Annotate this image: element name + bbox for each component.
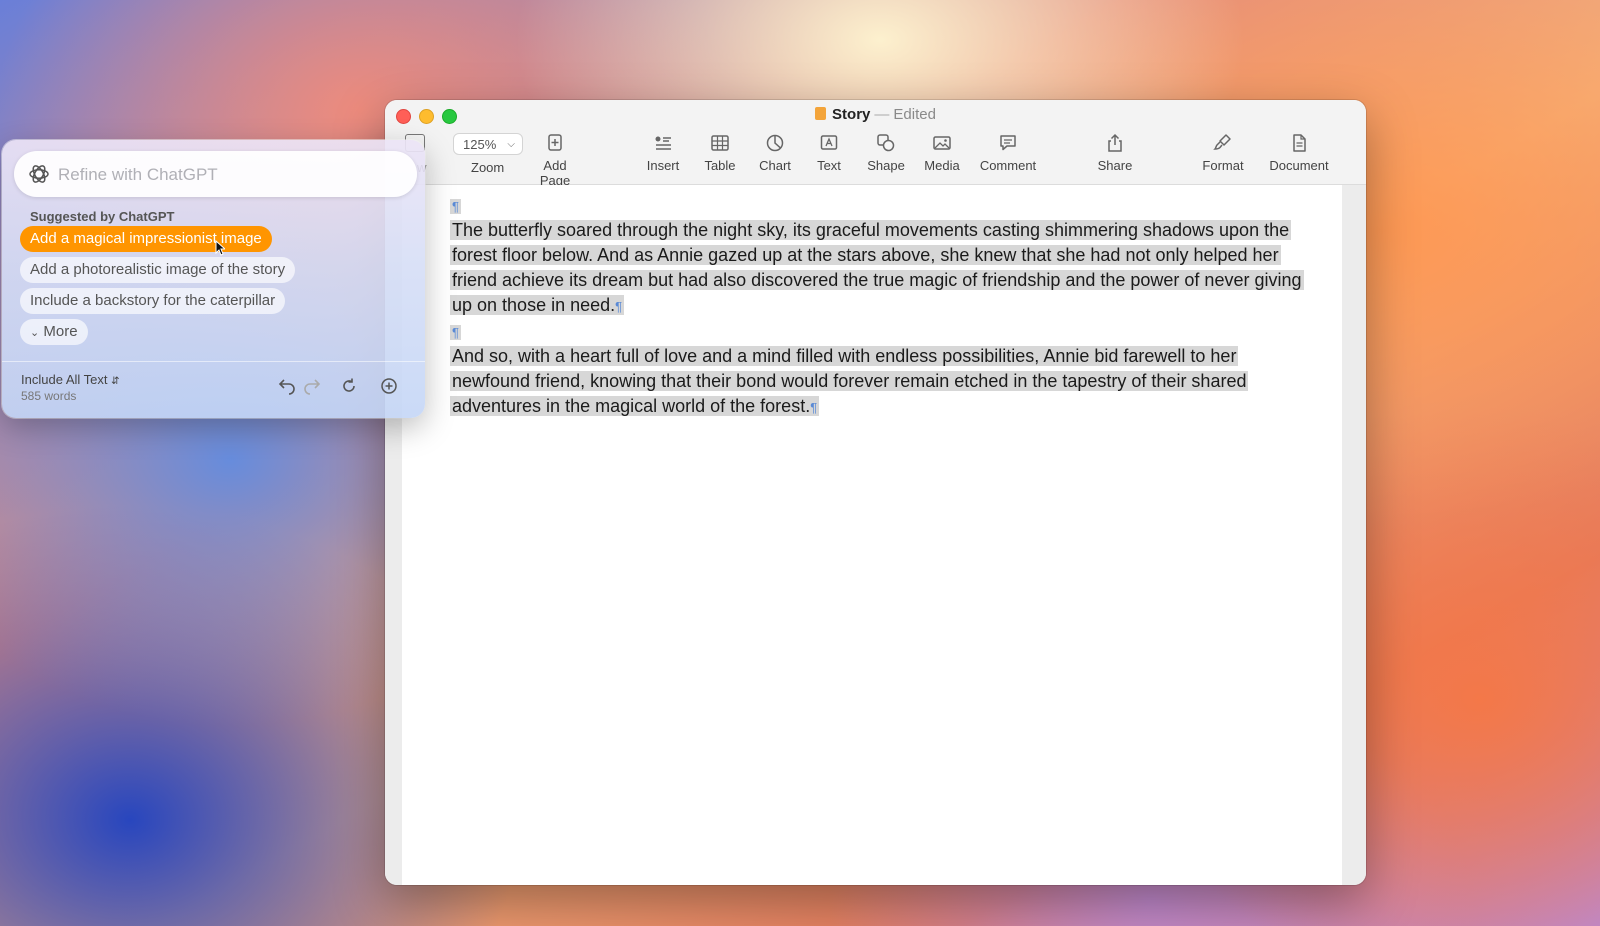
paragraph-1[interactable]: The butterfly soared through the night s… — [450, 218, 1310, 319]
document-button[interactable]: Document — [1267, 132, 1331, 173]
zoom-label: Zoom — [471, 160, 505, 175]
document-icon — [1267, 132, 1331, 154]
document-name: Story — [832, 106, 871, 123]
updown-chevron-icon: ⇵ — [111, 376, 120, 387]
chevron-down-icon: ⌵ — [507, 139, 515, 150]
chart-pie-icon — [757, 132, 793, 154]
shape-icon — [866, 132, 906, 154]
titlebar: Story—Edited w 125% ⌵ Zoom Add Page Inse… — [385, 100, 1366, 188]
empty-paragraph: ¶ — [450, 193, 1310, 218]
format-paintbrush-icon — [1199, 132, 1247, 154]
comment-label: Comment — [979, 158, 1037, 173]
include-label: Include All Text — [21, 372, 108, 387]
suggestion-backstory[interactable]: Include a backstory for the caterpillar — [20, 288, 286, 314]
redo-button[interactable] — [302, 376, 322, 396]
pages-document-icon — [815, 107, 827, 120]
text-label: Text — [817, 158, 841, 173]
suggested-title: Suggested by ChatGPT — [30, 209, 175, 224]
title-separator: — — [874, 106, 890, 123]
table-icon — [702, 132, 738, 154]
shape-button[interactable]: Shape — [866, 132, 906, 173]
chevron-down-icon: ⌄ — [30, 327, 40, 339]
document-label: Document — [1269, 158, 1329, 173]
mouse-cursor-icon — [215, 240, 225, 256]
document-canvas: ¶ The butterfly soared through the night… — [385, 185, 1366, 885]
include-text-select[interactable]: Include All Text ⇵ — [21, 372, 120, 387]
refresh-icon — [343, 378, 355, 392]
zoom-select[interactable]: 125% ⌵ — [453, 133, 523, 155]
zoom-label-group: Zoom — [471, 160, 504, 175]
media-button[interactable]: Media — [922, 132, 962, 173]
insert-label: Insert — [646, 158, 680, 173]
format-button[interactable]: Format — [1199, 132, 1247, 173]
insert-button[interactable]: Insert — [645, 132, 681, 173]
table-button[interactable]: Table — [702, 132, 738, 173]
paragraph-2[interactable]: And so, with a heart full of love and a … — [450, 344, 1310, 420]
text-box-icon — [814, 132, 844, 154]
media-label: Media — [924, 158, 960, 173]
format-label: Format — [1202, 158, 1244, 173]
regenerate-button[interactable] — [339, 376, 359, 396]
add-button[interactable] — [379, 376, 399, 396]
paragraph-1-text: The butterfly soared through the night s… — [452, 220, 1302, 315]
pilcrow-mark: ¶ — [810, 400, 818, 415]
shape-label: Shape — [867, 158, 905, 173]
comment-button[interactable]: Comment — [978, 132, 1038, 173]
paragraph-2-text: And so, with a heart full of love and a … — [452, 346, 1247, 416]
share-button[interactable]: Share — [1095, 132, 1135, 173]
pilcrow-mark: ¶ — [450, 199, 461, 214]
comment-icon — [978, 132, 1038, 154]
media-photo-icon — [922, 132, 962, 154]
panel-divider — [2, 361, 425, 362]
document-body[interactable]: ¶ The butterfly soared through the night… — [450, 193, 1310, 420]
more-label: More — [43, 323, 78, 340]
refine-input[interactable] — [56, 159, 400, 191]
pilcrow-mark: ¶ — [450, 325, 461, 340]
chart-button[interactable]: Chart — [757, 132, 793, 173]
pilcrow-mark: ¶ — [615, 299, 623, 314]
table-label: Table — [704, 158, 736, 173]
chatgpt-panel: Suggested by ChatGPT Add a magical impre… — [2, 140, 425, 418]
add-page-label: Add Page — [539, 158, 571, 188]
chatgpt-logo-icon — [27, 162, 51, 186]
more-button[interactable]: ⌄ More — [20, 319, 88, 345]
undo-icon — [278, 379, 295, 395]
plus-circle-icon — [381, 378, 397, 394]
text-button[interactable]: Text — [814, 132, 844, 173]
undo-button[interactable] — [277, 376, 297, 396]
share-icon — [1095, 132, 1135, 154]
edited-status: Edited — [893, 106, 936, 123]
word-count: 585 words — [21, 389, 77, 403]
add-page-icon — [527, 132, 583, 154]
suggestion-magical-impressionist[interactable]: Add a magical impressionist image — [20, 226, 272, 252]
chart-label: Chart — [759, 158, 791, 173]
zoom-value: 125% — [463, 137, 497, 152]
window-title: Story — Edited — [385, 106, 1366, 123]
share-label: Share — [1097, 158, 1133, 173]
refine-field[interactable] — [14, 151, 417, 197]
redo-icon — [304, 379, 321, 395]
insert-icon — [645, 132, 681, 154]
suggestion-photorealistic[interactable]: Add a photorealistic image of the story — [20, 257, 296, 283]
document-page[interactable]: ¶ The butterfly soared through the night… — [402, 185, 1342, 885]
add-page-button[interactable]: Add Page — [527, 132, 583, 188]
empty-paragraph: ¶ — [450, 319, 1310, 344]
pages-window: Story—Edited w 125% ⌵ Zoom Add Page Inse… — [385, 100, 1366, 885]
